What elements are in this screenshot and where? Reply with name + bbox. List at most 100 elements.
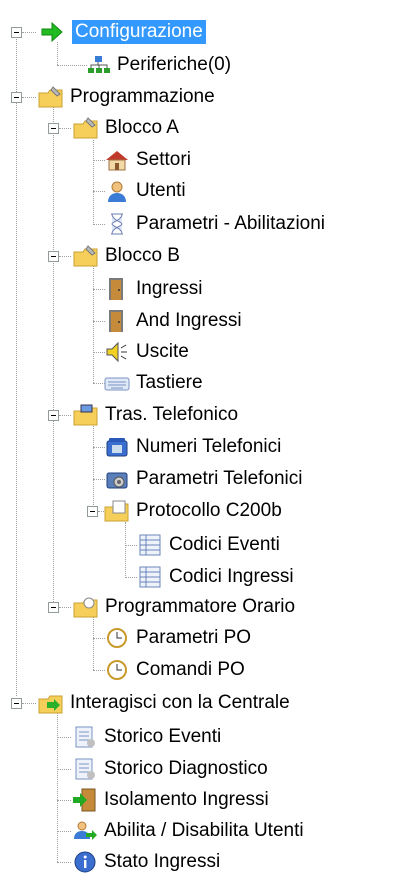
- collapse-toggle-blocco-a[interactable]: [48, 123, 59, 134]
- tree-item-parametri-telefonici[interactable]: Parametri Telefonici: [104, 464, 303, 494]
- tree-item-abilita-disabilita-utenti[interactable]: Abilita / Disabilita Utenti: [72, 816, 304, 846]
- tree-item-label: Settori: [136, 149, 191, 170]
- tree-item-parametri-abilitazioni[interactable]: Parametri - Abilitazioni: [104, 209, 325, 239]
- tree-item-codici-ingressi[interactable]: Codici Ingressi: [137, 562, 294, 592]
- tree-line: [59, 415, 71, 416]
- tree-item-stato-ingressi[interactable]: Stato Ingressi: [72, 847, 220, 877]
- history-icon: [72, 757, 98, 781]
- tree-line: [16, 36, 17, 696]
- tree-item-label: Parametri Telefonici: [136, 468, 303, 489]
- tree-item-storico-diagnostico[interactable]: Storico Diagnostico: [72, 754, 268, 784]
- tree-item-tras-telefonico[interactable]: Tras. Telefonico: [73, 400, 238, 430]
- tree-line: [59, 128, 71, 129]
- tree-line: [125, 545, 137, 546]
- phone-icon: [104, 435, 130, 459]
- folder-settings-icon: [73, 116, 99, 140]
- tree-item-label: Uscite: [136, 341, 189, 362]
- folder-arrow-icon: [38, 691, 64, 715]
- collapse-toggle-protocollo[interactable]: [87, 506, 98, 517]
- tree-item-comandi-po[interactable]: Comandi PO: [104, 655, 245, 685]
- tree-item-label: Isolamento Ingressi: [104, 789, 269, 810]
- folder-document-icon: [104, 499, 130, 523]
- tree-item-label: Parametri - Abilitazioni: [136, 213, 326, 234]
- green-arrow-icon: [40, 20, 66, 44]
- table-icon: [137, 565, 163, 589]
- tree-line: [22, 97, 36, 98]
- tree-line: [22, 703, 36, 704]
- tree-item-label: Utenti: [136, 180, 186, 201]
- tree-item-isolamento-ingressi[interactable]: Isolamento Ingressi: [72, 785, 269, 815]
- tree-line: [125, 577, 137, 578]
- tree-item-storico-eventi[interactable]: Storico Eventi: [72, 722, 221, 752]
- tree-line: [57, 737, 71, 738]
- tree-item-numeri-telefonici[interactable]: Numeri Telefonici: [104, 432, 281, 462]
- tree-item-label: Abilita / Disabilita Utenti: [104, 820, 304, 841]
- collapse-toggle-programmazione[interactable]: [11, 92, 22, 103]
- tree-item-label: Protocollo C200b: [136, 500, 282, 521]
- hourglass-icon: [104, 212, 130, 236]
- collapse-toggle-interagisci[interactable]: [11, 698, 22, 709]
- tree-item-label: Ingressi: [136, 278, 203, 299]
- house-icon: [104, 148, 130, 172]
- tree-item-label: Tras. Telefonico: [105, 404, 239, 425]
- tree-item-label: Tastiere: [136, 372, 203, 393]
- tree-item-tastiere[interactable]: Tastiere: [104, 368, 203, 398]
- folder-phone-icon: [73, 403, 99, 427]
- tree-item-label: Stato Ingressi: [104, 851, 221, 872]
- tree-item-and-ingressi[interactable]: And Ingressi: [104, 306, 242, 336]
- tree-item-codici-eventi[interactable]: Codici Eventi: [137, 530, 280, 560]
- tree-item-label: Blocco A: [105, 117, 179, 138]
- tree-item-label: Interagisci con la Centrale: [70, 692, 290, 713]
- tree-item-label: And Ingressi: [136, 310, 242, 331]
- tree-line: [57, 831, 71, 832]
- tree-item-blocco-a[interactable]: Blocco A: [73, 113, 179, 143]
- tree-item-settori[interactable]: Settori: [104, 145, 191, 175]
- tree-item-utenti[interactable]: Utenti: [104, 176, 186, 206]
- tree-item-protocollo-c200b[interactable]: Protocollo C200b: [104, 496, 282, 526]
- folder-settings-icon: [38, 85, 64, 109]
- tree-line: [59, 607, 71, 608]
- tree-item-label: Configurazione: [72, 20, 206, 44]
- door-icon: [104, 277, 130, 301]
- tree-item-uscite[interactable]: Uscite: [104, 337, 189, 367]
- tree-item-interagisci[interactable]: Interagisci con la Centrale: [38, 688, 290, 718]
- tree-item-programmazione[interactable]: Programmazione: [38, 82, 215, 112]
- clock-icon: [104, 658, 130, 682]
- keyboard-icon: [104, 371, 130, 395]
- network-icon: [85, 53, 111, 77]
- configuration-tree: Configurazione Periferiche(0) Programmaz…: [0, 0, 396, 875]
- tree-item-label: Programmazione: [70, 86, 215, 107]
- tree-line: [57, 710, 58, 862]
- tree-item-label: Numeri Telefonici: [136, 436, 282, 457]
- info-icon: [72, 850, 98, 874]
- tree-item-label: Programmatore Orario: [105, 596, 296, 617]
- tree-line: [93, 426, 94, 511]
- tree-line: [93, 140, 94, 225]
- tree-line: [93, 616, 94, 670]
- tree-line: [57, 65, 87, 66]
- clock-icon: [104, 626, 130, 650]
- tree-item-label: Storico Eventi: [104, 726, 222, 747]
- speaker-icon: [104, 340, 130, 364]
- collapse-toggle-configurazione[interactable]: [11, 27, 22, 38]
- tree-item-label: Parametri PO: [136, 627, 252, 648]
- collapse-toggle-blocco-b[interactable]: [48, 251, 59, 262]
- collapse-toggle-programmatore-orario[interactable]: [48, 602, 59, 613]
- tree-line: [57, 769, 71, 770]
- door-arrow-icon: [72, 788, 98, 812]
- tree-line: [125, 522, 126, 578]
- tree-item-ingressi[interactable]: Ingressi: [104, 274, 203, 304]
- tree-item-programmatore-orario[interactable]: Programmatore Orario: [73, 592, 295, 622]
- collapse-toggle-tras-telefonico[interactable]: [48, 410, 59, 421]
- user-toggle-icon: [72, 819, 98, 843]
- tree-line: [93, 266, 94, 383]
- tree-item-configurazione[interactable]: Configurazione: [40, 17, 206, 47]
- tree-item-parametri-po[interactable]: Parametri PO: [104, 623, 251, 653]
- phone-settings-icon: [104, 467, 130, 491]
- tree-item-label: Comandi PO: [136, 659, 245, 680]
- tree-item-label: Codici Eventi: [169, 534, 280, 555]
- user-icon: [104, 179, 130, 203]
- tree-line: [53, 106, 54, 610]
- tree-item-blocco-b[interactable]: Blocco B: [73, 241, 180, 271]
- tree-item-periferiche[interactable]: Periferiche(0): [85, 50, 231, 80]
